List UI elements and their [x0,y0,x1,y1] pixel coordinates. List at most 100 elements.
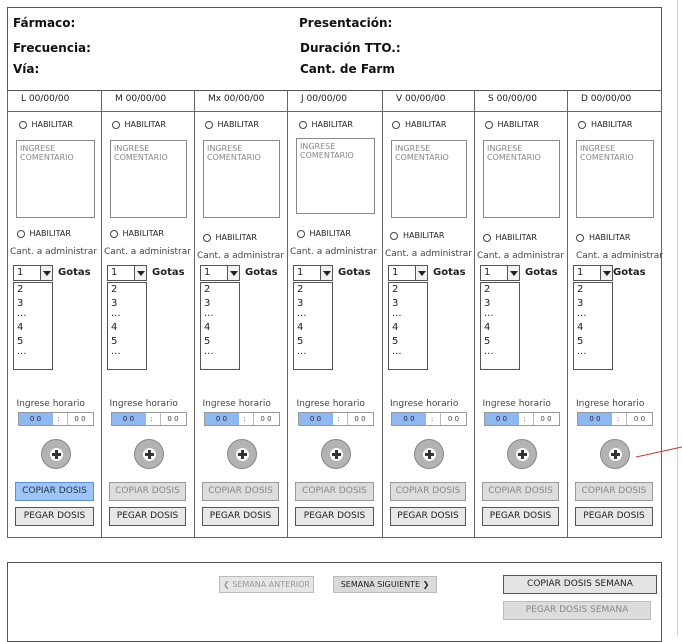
comment-textarea[interactable]: INGRESE COMENTARIO [203,140,280,218]
list-option[interactable]: 4 [392,321,427,335]
list-option[interactable]: ... [17,309,52,321]
add-schedule-button[interactable] [226,439,257,469]
add-schedule-button[interactable] [133,439,164,469]
paste-doses-button[interactable]: PEGAR DOSIS [482,507,559,526]
copy-doses-button[interactable]: COPIAR DOSIS [390,482,466,501]
dose-quantity-select[interactable]: 1 [388,265,428,281]
list-option[interactable]: ... [297,347,332,359]
time-input[interactable]: 0 0 : 0 0 [110,412,187,426]
previous-week-button[interactable]: ❮ SEMANA ANTERIOR [219,576,314,593]
time-hours[interactable]: 0 0 [204,413,239,425]
comment-textarea[interactable]: INGRESE COMENTARIO [483,140,560,218]
time-minutes[interactable]: 0 0 [159,413,186,425]
list-option[interactable]: ... [204,347,239,359]
list-option[interactable]: 2 [577,283,612,297]
time-minutes[interactable]: 0 0 [346,413,373,425]
habilitar-comment-radio[interactable]: HABILITAR [578,120,632,129]
dose-options-list[interactable]: 2 3... 4 5... [388,282,428,370]
list-option[interactable]: ... [577,347,612,359]
habilitar-comment-radio[interactable]: HABILITAR [484,120,539,129]
copy-doses-button[interactable]: COPIAR DOSIS [295,482,374,501]
habilitar-dose-radio[interactable]: HABILITAR [296,229,351,238]
add-schedule-button[interactable] [506,439,537,469]
comment-textarea[interactable]: INGRESE COMENTARIO [576,140,654,218]
dose-options-list[interactable]: 2 3... 4 5... [107,282,147,370]
paste-doses-button[interactable]: PEGAR DOSIS [295,507,374,526]
copy-doses-button[interactable]: COPIAR DOSIS [575,482,653,501]
list-option[interactable]: 2 [111,283,146,297]
comment-textarea[interactable]: INGRESE COMENTARIO [296,138,375,214]
list-option[interactable]: ... [297,309,332,321]
habilitar-dose-radio[interactable]: HABILITAR [482,233,537,242]
dose-quantity-select[interactable]: 1 [200,265,240,281]
list-option[interactable]: 4 [577,321,612,335]
habilitar-comment-radio[interactable]: HABILITAR [298,120,353,129]
dose-quantity-select[interactable]: 1 [480,265,520,281]
list-option[interactable]: 2 [204,283,239,297]
time-hours[interactable]: 0 0 [392,413,426,425]
habilitar-dose-radio[interactable]: HABILITAR [16,229,71,238]
dose-quantity-select[interactable]: 1 [107,265,147,281]
dose-options-list[interactable]: 2 3... 4 5... [480,282,520,370]
list-option[interactable]: ... [392,347,427,359]
time-hours[interactable]: 0 0 [18,413,53,425]
time-minutes[interactable]: 0 0 [626,413,652,425]
time-hours[interactable]: 0 0 [578,413,612,425]
habilitar-dose-radio[interactable]: HABILITAR [202,233,257,242]
list-option[interactable]: ... [577,309,612,321]
add-schedule-button[interactable] [414,439,444,469]
time-input[interactable]: 0 0 : 0 0 [391,412,467,426]
list-option[interactable]: 4 [297,321,332,335]
paste-week-doses-button[interactable]: PEGAR DOSIS SEMANA [503,601,651,620]
time-minutes[interactable]: 0 0 [532,413,559,425]
comment-textarea[interactable]: INGRESE COMENTARIO [110,140,187,218]
paste-doses-button[interactable]: PEGAR DOSIS [575,507,653,526]
time-hours[interactable]: 0 0 [298,413,333,425]
time-hours[interactable]: 0 0 [111,413,146,425]
habilitar-dose-radio[interactable]: HABILITAR [109,229,164,238]
paste-doses-button[interactable]: PEGAR DOSIS [390,507,466,526]
dose-options-list[interactable]: 2 3... 4 5... [200,282,240,370]
habilitar-comment-radio[interactable]: HABILITAR [111,120,166,129]
dose-quantity-select[interactable]: 1 [573,265,613,281]
time-input[interactable]: 0 0 : 0 0 [17,412,94,426]
time-minutes[interactable]: 0 0 [252,413,279,425]
copy-doses-button[interactable]: COPIAR DOSIS [482,482,559,501]
time-input[interactable]: 0 0 : 0 0 [297,412,374,426]
paste-doses-button[interactable]: PEGAR DOSIS [109,507,186,526]
list-option[interactable]: ... [111,347,146,359]
add-schedule-button[interactable] [600,439,630,469]
copy-week-doses-button[interactable]: COPIAR DOSIS SEMANA [503,575,657,594]
list-option[interactable]: 2 [297,283,332,297]
habilitar-comment-radio[interactable]: HABILITAR [18,120,73,129]
add-schedule-button[interactable] [40,439,71,469]
time-input[interactable]: 0 0 : 0 0 [483,412,560,426]
copy-doses-button[interactable]: COPIAR DOSIS [109,482,186,501]
comment-textarea[interactable]: INGRESE COMENTARIO [391,140,467,218]
next-week-button[interactable]: SEMANA SIGUIENTE ❯ [333,576,437,593]
dose-options-list[interactable]: 2 3... 4 5... [13,282,53,370]
dose-quantity-select[interactable]: 1 [293,265,333,281]
dose-quantity-select[interactable]: 1 [13,265,53,281]
time-input[interactable]: 0 0 : 0 0 [577,412,653,426]
time-hours[interactable]: 0 0 [484,413,519,425]
habilitar-comment-radio[interactable]: HABILITAR [204,120,259,129]
copy-doses-button[interactable]: COPIAR DOSIS [202,482,279,501]
list-option[interactable]: ... [392,309,427,321]
habilitar-dose-radio[interactable]: HABILITAR [390,231,444,240]
list-option[interactable]: 2 [484,283,519,297]
list-option[interactable]: ... [204,309,239,321]
vertical-scrollbar[interactable] [677,0,678,636]
list-option[interactable]: ... [484,309,519,321]
list-option[interactable]: 4 [111,321,146,335]
add-schedule-button[interactable] [320,439,351,469]
copy-doses-button[interactable]: COPIAR DOSIS [15,482,94,501]
time-minutes[interactable]: 0 0 [440,413,466,425]
paste-doses-button[interactable]: PEGAR DOSIS [202,507,279,526]
dose-options-list[interactable]: 2 3... 4 5... [293,282,333,370]
habilitar-dose-radio[interactable]: HABILITAR [576,233,630,242]
list-option[interactable]: ... [111,309,146,321]
list-option[interactable]: 2 [392,283,427,297]
dose-options-list[interactable]: 2 3... 4 5... [573,282,613,370]
habilitar-comment-radio[interactable]: HABILITAR [392,120,446,129]
